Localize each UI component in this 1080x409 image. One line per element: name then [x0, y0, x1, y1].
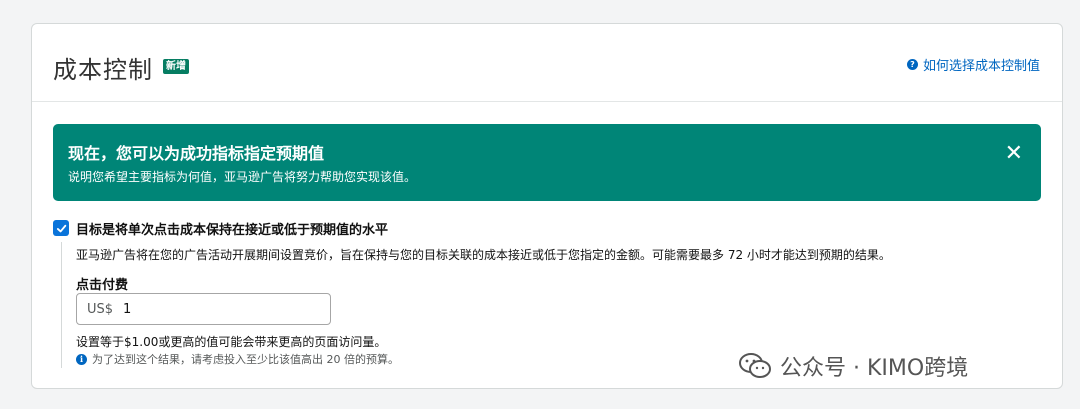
card-title: 成本控制	[53, 56, 153, 84]
checkmark-icon	[56, 224, 66, 232]
help-link-label: 如何选择成本控制值	[922, 59, 1040, 74]
cpc-label: 点击付费	[76, 278, 129, 293]
info-banner: 现在，您可以为成功指标指定预期值 说明您希望主要指标为何值，亚马逊广告将努力帮助…	[53, 124, 1041, 201]
indent-divider	[61, 242, 62, 368]
cpc-input[interactable]	[123, 301, 284, 317]
banner-title: 现在，您可以为成功指标指定预期值	[68, 144, 325, 163]
cost-control-card: 成本控制 新增 ? 如何选择成本控制值 现在，您可以为成功指标指定预期值 说明您…	[31, 23, 1063, 389]
cpc-input-box[interactable]: US$	[76, 293, 331, 325]
budget-tip: i 为了达到这个结果，请考虑投入至少比该值高出 20 倍的预算。	[76, 351, 399, 367]
currency-prefix: US$	[87, 301, 114, 317]
help-link[interactable]: ? 如何选择成本控制值	[906, 55, 1040, 74]
goal-description: 亚马逊广告将在您的广告活动开展期间设置竞价，旨在保持与您的目标关联的成本接近或低…	[76, 248, 891, 262]
question-icon: ?	[906, 59, 918, 70]
new-badge: 新增	[163, 59, 189, 74]
card-header: 成本控制 新增 ? 如何选择成本控制值	[32, 24, 1062, 102]
cpc-hint: 设置等于$1.00或更高的值可能会带来更高的页面访问量。	[76, 335, 387, 349]
banner-text: 说明您希望主要指标为何值，亚马逊广告将努力帮助您实现该值。	[68, 170, 417, 184]
wechat-icon	[739, 353, 771, 378]
watermark-text: 公众号 · KIMO跨境	[780, 356, 969, 381]
watermark: 公众号 · KIMO跨境	[738, 350, 968, 382]
budget-tip-text: 为了达到这个结果，请考虑投入至少比该值高出 20 倍的预算。	[92, 353, 399, 366]
close-icon[interactable]: ✕	[1005, 143, 1023, 165]
goal-checkbox-label[interactable]: 目标是将单次点击成本保持在接近或低于预期值的水平	[76, 219, 388, 238]
info-icon: i	[76, 353, 87, 365]
goal-checkbox[interactable]	[53, 220, 69, 236]
